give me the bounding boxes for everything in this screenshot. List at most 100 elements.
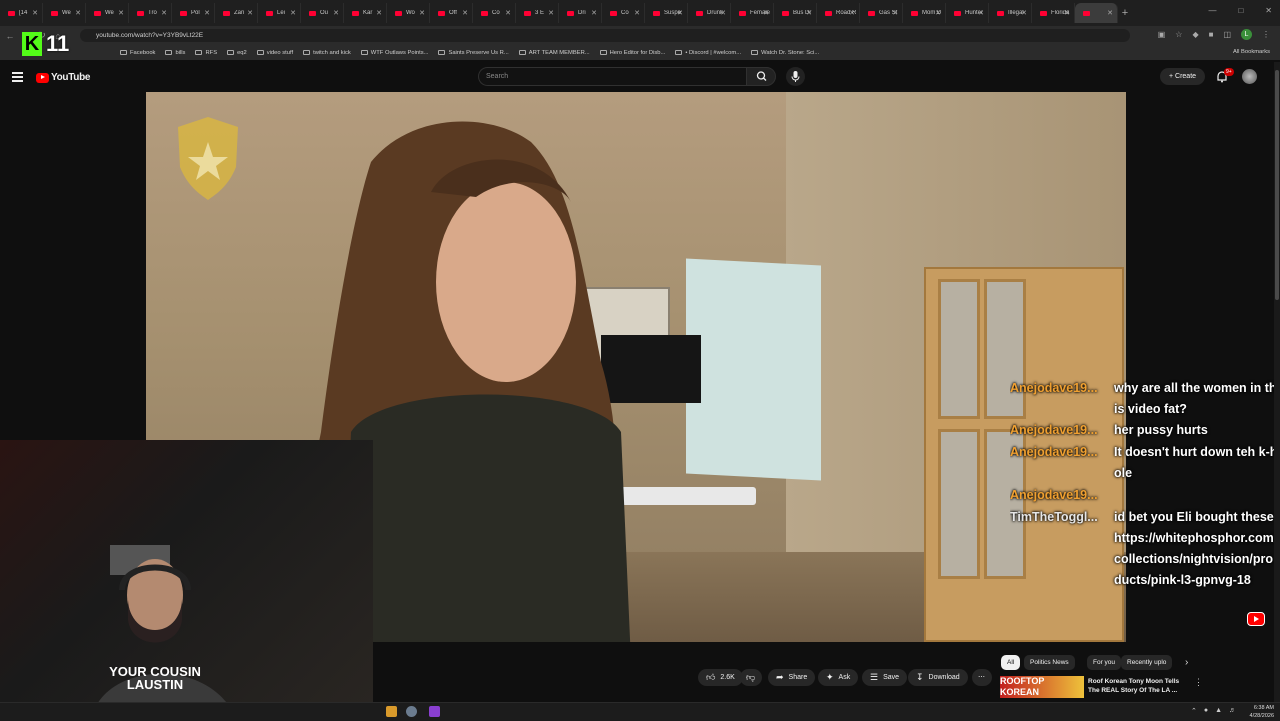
ask-button[interactable]: ✦ Ask: [818, 669, 859, 686]
create-button[interactable]: + Create: [1160, 68, 1205, 85]
tray-chevron-icon[interactable]: ⌃: [1191, 707, 1197, 715]
bookmark-item[interactable]: Watch Dr. Stone: Sci...: [751, 50, 819, 56]
tab-close-icon[interactable]: ✕: [935, 9, 941, 17]
browser-tab[interactable]: Road R ✕: [817, 3, 860, 23]
maximize-icon[interactable]: □: [1238, 6, 1243, 15]
tab-close-icon[interactable]: ✕: [634, 9, 640, 17]
browser-tab[interactable]: Drunk ✕: [688, 3, 731, 23]
install-icon[interactable]: ▣: [1158, 30, 1166, 39]
bookmark-item[interactable]: eq2: [227, 50, 247, 56]
browser-tab[interactable]: Kar ✕: [344, 3, 387, 23]
browser-tab[interactable]: Gas St ✕: [860, 3, 903, 23]
browser-tab[interactable]: Illegal ✕: [989, 3, 1032, 23]
recommended-video-title[interactable]: Roof Korean Tony Moon Tells The REAL Sto…: [1088, 677, 1188, 695]
bookmark-item[interactable]: WTF Outlaws Points...: [360, 50, 428, 56]
tab-close-icon[interactable]: ✕: [1064, 9, 1070, 17]
hamburger-menu-icon[interactable]: [12, 72, 23, 84]
tab-close-icon[interactable]: ✕: [247, 9, 253, 17]
browser-tab[interactable]: Wo ✕: [387, 3, 430, 23]
scrollbar-thumb[interactable]: [1275, 70, 1279, 300]
tab-close-icon[interactable]: ✕: [806, 9, 812, 17]
new-tab-icon[interactable]: +: [1118, 7, 1132, 19]
tab-close-icon[interactable]: ✕: [892, 9, 898, 17]
browser-tab[interactable]: ✕: [1075, 3, 1118, 23]
tab-close-icon[interactable]: ✕: [548, 9, 554, 17]
browser-tab[interactable]: Hunter ✕: [946, 3, 989, 23]
bookmark-item[interactable]: Hero Editor for Disb...: [599, 50, 665, 56]
tab-close-icon[interactable]: ✕: [849, 9, 855, 17]
browser-tab[interactable]: Off ✕: [430, 3, 473, 23]
sidepanel-icon[interactable]: ◫: [1223, 30, 1231, 39]
extensions-puzzle-icon[interactable]: ■: [1209, 30, 1214, 39]
browser-tab[interactable]: Mom D ✕: [903, 3, 946, 23]
like-button[interactable]: 👍︎ 2.6K: [698, 669, 743, 686]
save-button[interactable]: ☰ Save: [862, 669, 908, 686]
tab-close-icon[interactable]: ✕: [1021, 9, 1027, 17]
account-avatar[interactable]: [1242, 69, 1257, 84]
dislike-button[interactable]: 👎︎: [740, 669, 762, 686]
browser-tab[interactable]: Zan ✕: [215, 3, 258, 23]
address-bar[interactable]: youtube.com/watch?v=Y3YB9vLt22E: [80, 29, 1130, 42]
browser-tab[interactable]: Co ✕: [473, 3, 516, 23]
chevron-right-icon[interactable]: ›: [1185, 657, 1188, 668]
filter-chip[interactable]: Politics News: [1024, 655, 1075, 670]
recommended-video-thumbnail[interactable]: ROOFTOP KOREAN: [1000, 676, 1084, 698]
bookmark-star-icon[interactable]: ☆: [1175, 30, 1182, 39]
tab-close-icon[interactable]: ✕: [1107, 9, 1113, 17]
tab-close-icon[interactable]: ✕: [32, 9, 38, 17]
tab-close-icon[interactable]: ✕: [161, 9, 167, 17]
tab-close-icon[interactable]: ✕: [118, 9, 124, 17]
file-explorer-icon[interactable]: [386, 706, 397, 717]
bookmark-item[interactable]: bills: [165, 50, 185, 56]
extension-icon[interactable]: ◆: [1192, 30, 1198, 39]
profile-avatar[interactable]: L: [1241, 29, 1252, 40]
back-icon[interactable]: ←: [4, 31, 16, 41]
browser-tab[interactable]: Suspe ✕: [645, 3, 688, 23]
voice-search-button[interactable]: [786, 67, 805, 86]
bookmark-item[interactable]: video stuff: [256, 50, 293, 56]
bookmark-item[interactable]: ART TEAM MEMBER...: [518, 50, 590, 56]
browser-tab[interactable]: We ✕: [43, 3, 86, 23]
more-vertical-icon[interactable]: ⋮: [1194, 677, 1203, 688]
browser-tab[interactable]: Co ✕: [602, 3, 645, 23]
bookmark-item[interactable]: • Discord | #welcom...: [675, 50, 741, 56]
tab-close-icon[interactable]: ✕: [591, 9, 597, 17]
share-button[interactable]: ➦ Share: [768, 669, 816, 686]
tab-close-icon[interactable]: ✕: [505, 9, 511, 17]
browser-tab[interactable]: 3 E ✕: [516, 3, 559, 23]
volume-icon[interactable]: ♬: [1229, 707, 1236, 715]
browser-tab[interactable]: Lei ✕: [258, 3, 301, 23]
browser-tab[interactable]: Bus Dr ✕: [774, 3, 817, 23]
steam-icon[interactable]: [406, 706, 417, 717]
tab-close-icon[interactable]: ✕: [720, 9, 726, 17]
tab-close-icon[interactable]: ✕: [333, 9, 339, 17]
tab-close-icon[interactable]: ✕: [376, 9, 382, 17]
more-actions-button[interactable]: ⋯: [972, 669, 992, 686]
filter-chip[interactable]: All: [1001, 655, 1021, 670]
tab-close-icon[interactable]: ✕: [204, 9, 210, 17]
taskbar-clock[interactable]: 6:38 AM 4/28/2026: [1250, 704, 1274, 720]
filter-chip[interactable]: Recently uplo: [1121, 655, 1173, 670]
tab-close-icon[interactable]: ✕: [677, 9, 683, 17]
browser-tab[interactable]: Ou ✕: [301, 3, 344, 23]
browser-tab[interactable]: Dri ✕: [559, 3, 602, 23]
tab-close-icon[interactable]: ✕: [419, 9, 425, 17]
tab-close-icon[interactable]: ✕: [75, 9, 81, 17]
browser-menu-icon[interactable]: ⋮: [1262, 30, 1270, 39]
browser-tab[interactable]: Florida ✕: [1032, 3, 1075, 23]
youtube-logo[interactable]: YouTube: [36, 72, 91, 83]
tab-close-icon[interactable]: ✕: [978, 9, 984, 17]
search-input[interactable]: Search: [478, 67, 746, 86]
tab-close-icon[interactable]: ✕: [763, 9, 769, 17]
browser-tab[interactable]: [14 ✕: [0, 3, 43, 23]
download-button[interactable]: ↧ Download: [908, 669, 968, 686]
tray-app-icon[interactable]: ●: [1204, 707, 1208, 715]
bookmark-item[interactable]: RFS: [195, 50, 217, 56]
all-bookmarks-button[interactable]: All Bookmarks: [1233, 45, 1270, 60]
bookmark-item[interactable]: Saints Preserve Us R...: [438, 50, 509, 56]
minimize-icon[interactable]: —: [1208, 6, 1216, 15]
bookmark-item[interactable]: twitch and kick: [303, 50, 351, 56]
search-button[interactable]: [746, 67, 776, 86]
tab-close-icon[interactable]: ✕: [290, 9, 296, 17]
browser-tab[interactable]: Tro ✕: [129, 3, 172, 23]
